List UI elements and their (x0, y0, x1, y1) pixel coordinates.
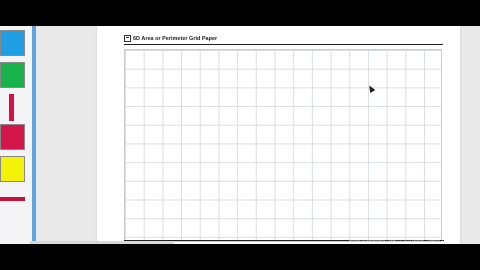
document-icon (124, 35, 131, 42)
worksheet-footer: Bridges in Mathematics Grade 3 © 2013 Mo… (348, 239, 443, 243)
title-divider (124, 44, 443, 45)
screen-frame: 6D Area or Perimeter Grid Paper (0, 26, 480, 244)
grid-paper-area[interactable] (124, 49, 442, 242)
red-thin-line-button[interactable] (0, 197, 25, 201)
red-pen-line-button[interactable] (9, 94, 14, 121)
bottom-band (30, 241, 174, 244)
worksheet-page: 6D Area or Perimeter Grid Paper (97, 26, 460, 244)
yellow-swatch-button[interactable] (0, 156, 25, 182)
crimson-swatch-button[interactable] (0, 124, 25, 150)
blue-swatch-button[interactable] (0, 30, 25, 56)
color-toolbar (0, 26, 36, 244)
green-swatch-button[interactable] (0, 62, 25, 88)
worksheet-header: 6D Area or Perimeter Grid Paper (124, 35, 217, 42)
worksheet-title: 6D Area or Perimeter Grid Paper (133, 35, 218, 42)
